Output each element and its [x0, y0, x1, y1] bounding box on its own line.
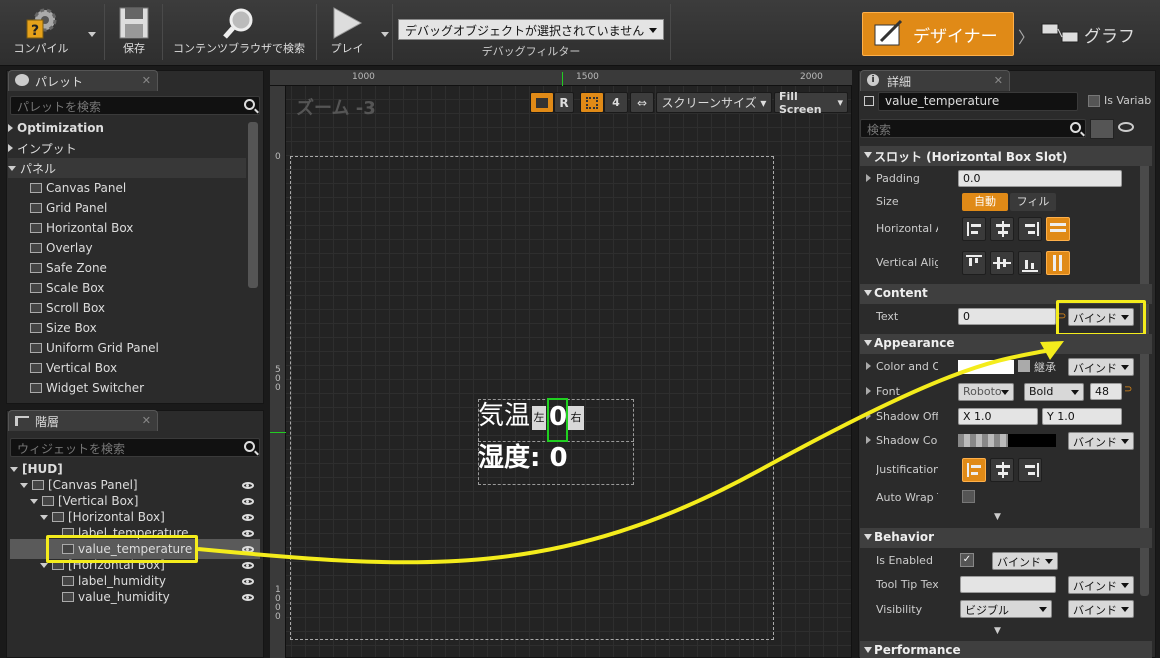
annotation-arrow: [197, 341, 1064, 565]
